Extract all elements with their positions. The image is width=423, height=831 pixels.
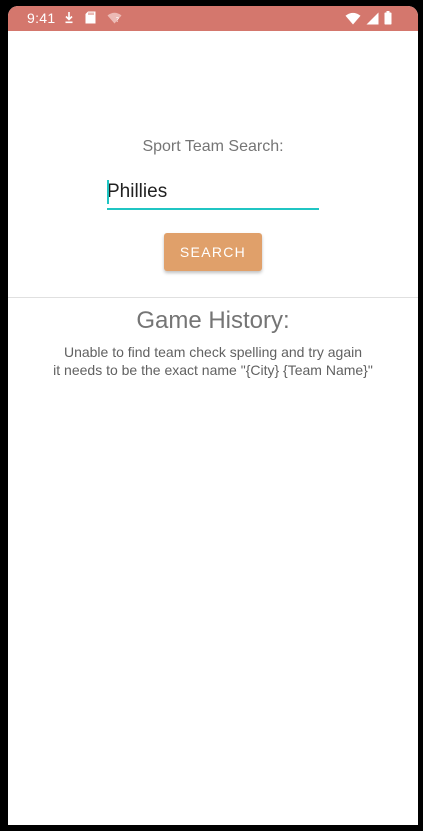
divider — [8, 297, 418, 298]
wifi-question-icon: ? — [107, 12, 122, 24]
search-label: Sport Team Search: — [142, 138, 284, 155]
error-message-line-2: it needs to be the exact name "{City} {T… — [53, 362, 373, 378]
status-left-icons: ? — [64, 11, 122, 24]
status-time: 9:41 — [27, 10, 56, 26]
sd-card-icon — [85, 11, 96, 24]
game-history-title: Game History: — [136, 307, 290, 334]
search-button[interactable]: SEARCH — [164, 233, 262, 271]
team-search-input[interactable] — [107, 176, 319, 210]
signal-icon — [366, 12, 379, 25]
text-cursor — [107, 180, 109, 204]
game-history-message: Unable to find team check spelling and t… — [8, 343, 418, 379]
error-message-line-1: Unable to find team check spelling and t… — [63, 344, 363, 360]
wifi-icon — [345, 12, 361, 25]
status-bar: 9:41 ? — [8, 6, 418, 31]
download-icon — [64, 11, 74, 24]
status-right-icons — [345, 11, 392, 25]
svg-text:?: ? — [116, 16, 120, 24]
battery-icon — [384, 11, 392, 25]
app-screen: 9:41 ? Sport Team Search: Phillies SEARC… — [8, 6, 418, 825]
